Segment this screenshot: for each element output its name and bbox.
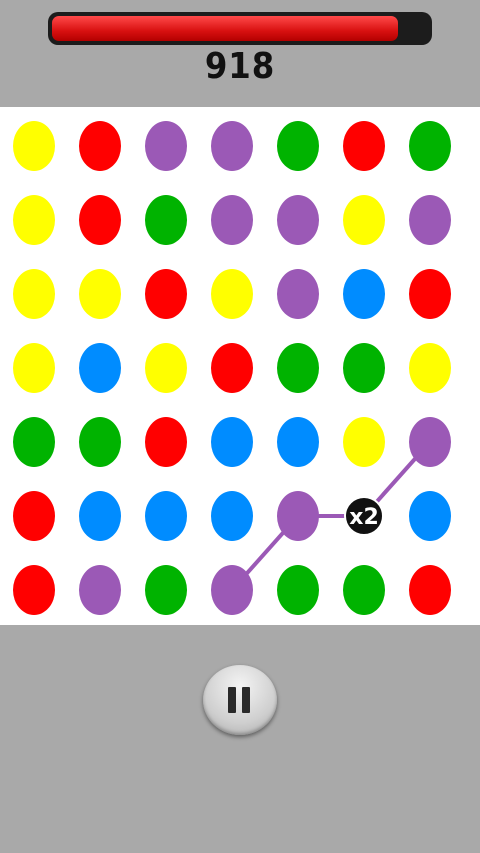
red-dot[interactable] — [13, 565, 55, 615]
red-dot[interactable] — [343, 121, 385, 171]
blue-dot[interactable] — [409, 491, 451, 541]
dot-grid[interactable]: x2 — [0, 107, 480, 625]
purple-dot[interactable] — [79, 565, 121, 615]
red-dot[interactable] — [145, 417, 187, 467]
pause-button[interactable] — [203, 665, 277, 735]
blue-dot[interactable] — [79, 491, 121, 541]
hud: 918 — [0, 0, 480, 107]
purple-dot[interactable] — [277, 491, 319, 541]
green-dot[interactable] — [277, 343, 319, 393]
yellow-dot[interactable] — [79, 269, 121, 319]
multiplier-badge: x2 — [344, 496, 384, 536]
purple-dot[interactable] — [211, 121, 253, 171]
score: 918 — [204, 46, 276, 87]
red-dot[interactable] — [409, 269, 451, 319]
red-dot[interactable] — [79, 121, 121, 171]
blue-dot[interactable] — [211, 491, 253, 541]
red-dot[interactable] — [13, 491, 55, 541]
blue-dot[interactable] — [145, 491, 187, 541]
purple-dot[interactable] — [277, 195, 319, 245]
red-dot[interactable] — [145, 269, 187, 319]
green-dot[interactable] — [409, 121, 451, 171]
purple-dot[interactable] — [409, 195, 451, 245]
blue-dot[interactable] — [79, 343, 121, 393]
yellow-dot[interactable] — [13, 195, 55, 245]
blue-dot[interactable] — [343, 269, 385, 319]
red-dot[interactable] — [409, 565, 451, 615]
yellow-dot[interactable] — [343, 195, 385, 245]
yellow-dot[interactable] — [343, 417, 385, 467]
green-dot[interactable] — [343, 343, 385, 393]
yellow-dot[interactable] — [13, 121, 55, 171]
green-dot[interactable] — [277, 565, 319, 615]
game-board[interactable]: x2 — [0, 107, 480, 625]
yellow-dot[interactable] — [13, 269, 55, 319]
green-dot[interactable] — [79, 417, 121, 467]
timer-fill — [52, 16, 398, 41]
yellow-dot[interactable] — [409, 343, 451, 393]
purple-dot[interactable] — [211, 195, 253, 245]
green-dot[interactable] — [145, 195, 187, 245]
pause-icon — [228, 687, 252, 713]
purple-dot[interactable] — [211, 565, 253, 615]
yellow-dot[interactable] — [145, 343, 187, 393]
red-dot[interactable] — [211, 343, 253, 393]
purple-dot[interactable] — [145, 121, 187, 171]
blue-dot[interactable] — [211, 417, 253, 467]
purple-dot[interactable] — [277, 269, 319, 319]
purple-dot[interactable] — [409, 417, 451, 467]
blue-dot[interactable] — [277, 417, 319, 467]
selection-path — [230, 440, 432, 592]
red-dot[interactable] — [79, 195, 121, 245]
multiplier-label: x2 — [349, 505, 379, 530]
green-dot[interactable] — [343, 565, 385, 615]
yellow-dot[interactable] — [13, 343, 55, 393]
green-dot[interactable] — [13, 417, 55, 467]
green-dot[interactable] — [277, 121, 319, 171]
yellow-dot[interactable] — [211, 269, 253, 319]
timer-bar — [48, 12, 432, 45]
green-dot[interactable] — [145, 565, 187, 615]
bottom-panel — [0, 625, 480, 853]
